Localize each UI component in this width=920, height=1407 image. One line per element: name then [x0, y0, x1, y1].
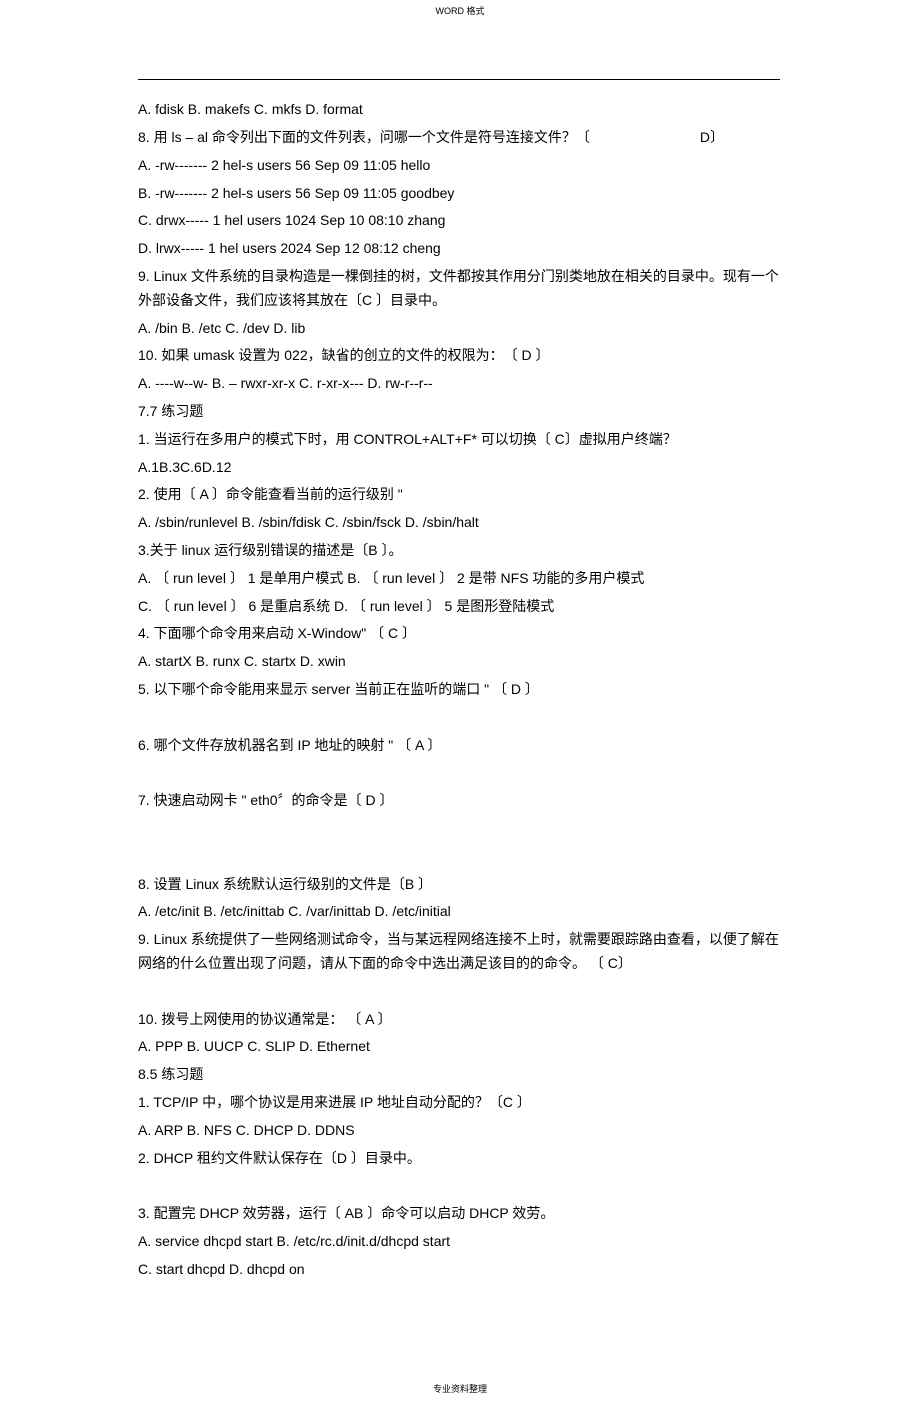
text-line: 7. 快速启动网卡 " eth0〞的命令是〔 D 〕 [138, 789, 780, 813]
text-line: A. service dhcpd start B. /etc/rc.d/init… [138, 1230, 780, 1254]
text-line: C. drwx----- 1 hel users 1024 Sep 10 08:… [138, 209, 780, 233]
text-line: A. PPP B. UUCP C. SLIP D. Ethernet [138, 1035, 780, 1059]
blank-line [138, 761, 780, 785]
text-line: A.1B.3C.6D.12 [138, 456, 780, 480]
text-line: 9. Linux 文件系统的目录构造是一棵倒挂的树，文件都按其作用分门别类地放在… [138, 265, 780, 313]
text-line: 8. 设置 Linux 系统默认运行级别的文件是〔B 〕 [138, 873, 780, 897]
section-heading: 8.5 练习题 [138, 1063, 780, 1087]
blank-line [138, 817, 780, 841]
blank-line [138, 706, 780, 730]
text-line: 3.关于 linux 运行级别错误的描述是〔B 〕。 [138, 539, 780, 563]
text-line: D. lrwx----- 1 hel users 2024 Sep 12 08:… [138, 237, 780, 261]
text-line: 2. DHCP 租约文件默认保存在〔D 〕目录中。 [138, 1147, 780, 1171]
blank-line [138, 980, 780, 1004]
text-line: C. start dhcpd D. dhcpd on [138, 1258, 780, 1282]
text-line: A. /bin B. /etc C. /dev D. lib [138, 317, 780, 341]
text-line: 8. 用 ls – al 命令列出下面的文件列表，问哪一个文件是符号连接文件？〔… [138, 126, 780, 150]
text-line: 6. 哪个文件存放机器名到 IP 地址的映射 " 〔 A 〕 [138, 734, 780, 758]
text-line: 1. 当运行在多用户的模式下时，用 CONTROL+ALT+F* 可以切换〔 C… [138, 428, 780, 452]
text-line: A. 〔 run level 〕 1 是单用户模式 B. 〔 run level… [138, 567, 780, 591]
text-line: A. -rw------- 2 hel-s users 56 Sep 09 11… [138, 154, 780, 178]
page-header-label: WORD 格式 [0, 0, 920, 79]
text-line: 3. 配置完 DHCP 效劳器，运行〔 AB 〕命令可以启动 DHCP 效劳。 [138, 1202, 780, 1226]
answer-text: D〕 [700, 129, 724, 145]
question-text: 8. 用 ls – al 命令列出下面的文件列表，问哪一个文件是符号连接文件？〔 [138, 129, 590, 145]
document-body: A. fdisk B. makefs C. mkfs D. format 8. … [0, 79, 920, 1281]
text-line: A. fdisk B. makefs C. mkfs D. format [138, 98, 780, 122]
text-line: 9. Linux 系统提供了一些网络测试命令，当与某远程网络连接不上时，就需要跟… [138, 928, 780, 976]
blank-line [138, 1174, 780, 1198]
text-line: 10. 拨号上网使用的协议通常是： 〔 A 〕 [138, 1008, 780, 1032]
text-line: A. ----w--w- B. – rwxr-xr-x C. r-xr-x---… [138, 372, 780, 396]
top-horizontal-rule [138, 79, 780, 80]
text-line: B. -rw------- 2 hel-s users 56 Sep 09 11… [138, 182, 780, 206]
section-heading: 7.7 练习题 [138, 400, 780, 424]
text-line: 5. 以下哪个命令能用来显示 server 当前正在监听的端口 " 〔 D 〕 [138, 678, 780, 702]
text-line: 2. 使用〔 A 〕命令能查看当前的运行级别 " [138, 483, 780, 507]
text-line: A. ARP B. NFS C. DHCP D. DDNS [138, 1119, 780, 1143]
page-footer-label: 专业资料整理 [0, 1382, 920, 1407]
text-line: A. /sbin/runlevel B. /sbin/fdisk C. /sbi… [138, 511, 780, 535]
text-line: 10. 如果 umask 设置为 022，缺省的创立的文件的权限为： 〔 D 〕 [138, 344, 780, 368]
text-line: A. startX B. runx C. startx D. xwin [138, 650, 780, 674]
text-line: 4. 下面哪个命令用来启动 X-Window" 〔 C 〕 [138, 622, 780, 646]
text-line: A. /etc/init B. /etc/inittab C. /var/ini… [138, 900, 780, 924]
text-line: 1. TCP/IP 中，哪个协议是用来进展 IP 地址自动分配的？〔C 〕 [138, 1091, 780, 1115]
blank-line [138, 845, 780, 869]
text-line: C. 〔 run level 〕 6 是重启系统 D. 〔 run level … [138, 595, 780, 619]
